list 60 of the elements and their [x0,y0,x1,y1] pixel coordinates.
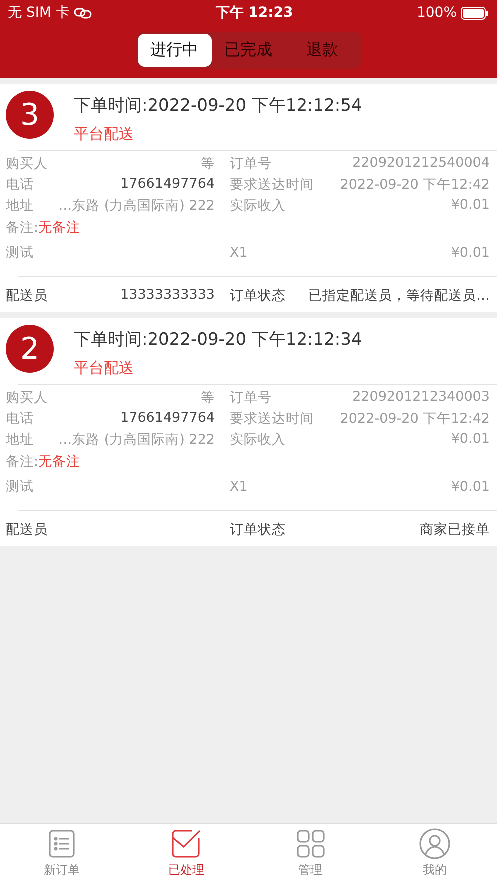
courier-phone: 13333333333 [120,286,215,304]
clock-text: 下午 12:23 [216,4,294,22]
field-label: 电话 [6,410,34,428]
item-price: ¥0.01 [451,479,490,495]
grid-icon [294,828,327,860]
field-label: 订单状态 [230,286,286,304]
order-time: 下单时间:2022-09-20 下午12:12:54 [74,95,362,117]
buyer-name: 等 [201,154,215,172]
delivery-type: 平台配送 [74,359,135,378]
order-note: 备注:无备注 [6,453,82,472]
order-status: 商家已接单 [420,520,490,538]
item-name: 测试 [6,244,35,262]
order-number: 2209201212340003 [352,388,490,406]
tab-bar-item[interactable]: 已处理 [124,824,248,883]
field-label: 订单号 [230,388,272,406]
order-status: 已指定配送员，等待配送员… [308,286,490,304]
order-number-badge: 2 [6,325,54,373]
tab[interactable]: 退款 [286,34,360,67]
order-note: 备注:无备注 [6,219,82,238]
field-label: 实际收入 [230,196,286,214]
field-label: 购买人 [6,388,48,406]
buyer-name: 等 [201,388,215,406]
order-time: 下单时间:2022-09-20 下午12:12:34 [74,329,362,351]
field-label: 购买人 [6,154,48,172]
due-time: 2022-09-20 下午12:42 [340,410,490,428]
income: ¥0.01 [451,196,490,214]
address: …东路 (力高国际南) 222 [58,430,215,448]
address: …东路 (力高国际南) 222 [58,196,215,214]
field-label: 地址 [6,196,34,214]
phone-number: 17661497764 [120,176,215,194]
user-icon [418,828,451,860]
battery-text: 100% [416,5,457,21]
phone-number: 17661497764 [120,410,215,428]
tab-bar-item[interactable]: 新订单 [0,824,124,883]
link-icon [74,7,92,19]
field-label: 订单状态 [230,520,286,538]
field-label: 配送员 [6,520,48,538]
delivery-type: 平台配送 [74,125,135,144]
order-number-badge: 3 [6,91,54,139]
order-number: 2209201212540004 [352,154,490,172]
tab-bar-item[interactable]: 我的 [372,824,497,883]
field-label: 要求送达时间 [230,176,314,194]
envelope-icon [170,828,202,860]
due-time: 2022-09-20 下午12:42 [340,176,490,194]
tab[interactable]: 进行中 [138,34,212,67]
item-price: ¥0.01 [451,245,490,261]
field-label: 要求送达时间 [230,410,314,428]
item-name: 测试 [6,478,35,496]
field-label: 订单号 [230,154,272,172]
battery-icon [461,6,489,20]
tab[interactable]: 已完成 [212,34,286,67]
field-label: 配送员 [6,286,48,304]
field-label: 实际收入 [230,430,286,448]
field-label: 电话 [6,176,34,194]
item-quantity: X1 [230,245,248,261]
tab-bar-item[interactable]: 管理 [248,824,373,883]
field-label: 地址 [6,430,34,448]
carrier-text: 无 SIM 卡 [8,4,70,22]
item-quantity: X1 [230,479,248,495]
income: ¥0.01 [451,430,490,448]
